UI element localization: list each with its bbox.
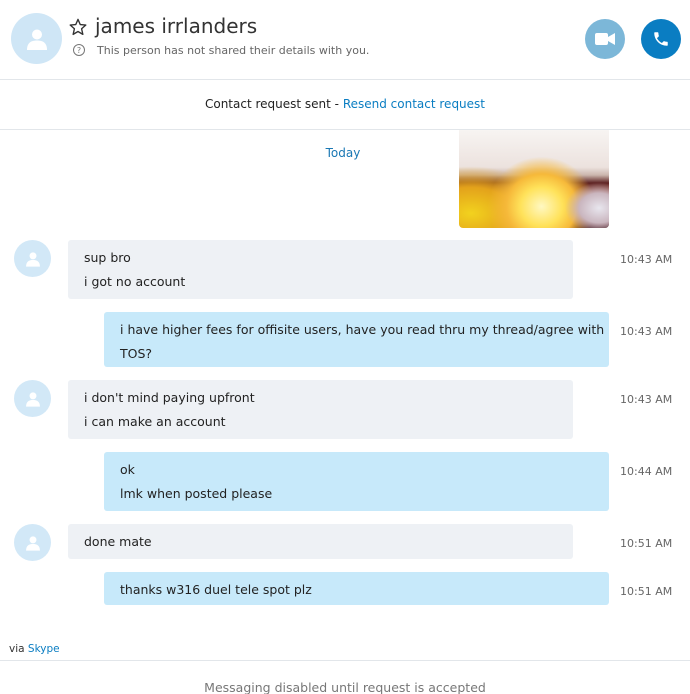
message-bubble-incoming[interactable]: i don't mind paying upfront i can make a…	[68, 380, 573, 439]
audio-call-button[interactable]	[641, 19, 681, 59]
message-timestamp: 10:51 AM	[620, 537, 673, 550]
contact-request-status: Contact request sent -	[204, 97, 343, 111]
video-call-button[interactable]	[585, 19, 625, 59]
conversation-header: james irrlanders ? This person has not s…	[0, 0, 690, 80]
message-timestamp: 10:43 AM	[620, 393, 673, 406]
message-timestamp: 10:43 AM	[620, 253, 673, 266]
message-timestamp: 10:44 AM	[620, 465, 673, 478]
message-text: i have higher fees for offisite users, h…	[120, 322, 605, 337]
skype-link[interactable]: Skype	[28, 643, 60, 655]
message-bubble-outgoing[interactable]: i have higher fees for offisite users, h…	[104, 312, 609, 367]
star-icon[interactable]	[69, 18, 87, 36]
message-text: i don't mind paying upfront	[84, 390, 255, 405]
message-text: thanks w316 duel tele spot plz	[120, 582, 312, 597]
via-prefix: via	[9, 643, 28, 655]
info-icon: ?	[73, 44, 85, 56]
date-separator: Today	[325, 146, 361, 160]
message-timestamp: 10:51 AM	[620, 585, 673, 598]
message-text: TOS?	[120, 346, 153, 361]
message-bubble-outgoing[interactable]: thanks w316 duel tele spot plz	[104, 572, 609, 605]
message-bubble-incoming[interactable]: done mate	[68, 524, 573, 559]
messaging-disabled-notice: Messaging disabled until request is acce…	[0, 660, 690, 694]
contact-status-text: This person has not shared their details…	[97, 44, 370, 57]
contact-avatar[interactable]	[11, 13, 62, 64]
message-text: lmk when posted please	[120, 486, 273, 501]
phone-call-icon	[654, 32, 668, 46]
message-text: i got no account	[84, 274, 186, 289]
avatar-icon	[25, 535, 40, 551]
avatar-icon	[25, 251, 40, 267]
contact-name[interactable]: james irrlanders	[95, 14, 257, 38]
avatar-icon	[25, 391, 40, 407]
message-timestamp: 10:43 AM	[620, 325, 673, 338]
avatar-icon	[26, 29, 47, 50]
sender-avatar[interactable]	[14, 240, 51, 277]
via-source: via Skype	[9, 643, 60, 655]
message-text: ok	[120, 462, 135, 477]
resend-request-link[interactable]: Resend contact request	[343, 97, 485, 111]
message-text: sup bro	[84, 250, 131, 265]
contact-request-bar: Contact request sent - Resend contact re…	[0, 80, 690, 130]
message-bubble-outgoing[interactable]: ok lmk when posted please	[104, 452, 609, 511]
video-call-icon	[595, 33, 615, 45]
message-text: i can make an account	[84, 414, 226, 429]
sender-avatar[interactable]	[14, 380, 51, 417]
sender-avatar[interactable]	[14, 524, 51, 561]
shared-photo[interactable]	[459, 130, 609, 228]
message-text: done mate	[84, 534, 152, 549]
message-bubble-incoming[interactable]: sup bro i got no account	[68, 240, 573, 299]
footer-text: Messaging disabled until request is acce…	[204, 680, 486, 694]
